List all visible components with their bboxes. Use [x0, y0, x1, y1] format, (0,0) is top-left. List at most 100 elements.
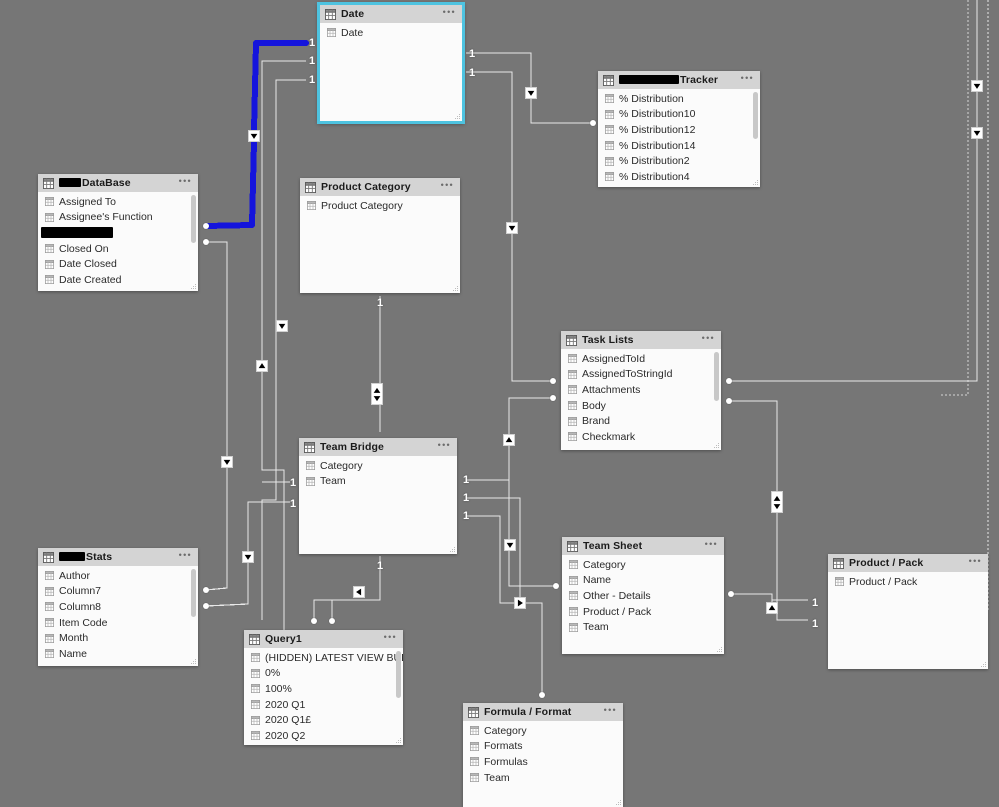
- relationship-many-endpoint[interactable]: [203, 603, 209, 609]
- filter-direction-down-icon[interactable]: [242, 551, 254, 563]
- relationship-many-endpoint[interactable]: [726, 398, 732, 404]
- field-row[interactable]: % Distribution14: [598, 138, 760, 154]
- filter-direction-up-icon[interactable]: [766, 602, 778, 614]
- table-header-database[interactable]: DataBase •••: [38, 174, 198, 192]
- filter-direction-down-icon[interactable]: [525, 87, 537, 99]
- filter-direction-down-icon[interactable]: [506, 222, 518, 234]
- field-row[interactable]: Assigned To: [38, 194, 198, 210]
- filter-direction-down-icon[interactable]: [248, 130, 260, 142]
- table-more-options-icon[interactable]: •••: [705, 539, 718, 553]
- field-row[interactable]: Column8: [38, 599, 198, 615]
- table-card-stats[interactable]: Stats ••• Author Column7 Column8 Item Code Mon…: [38, 548, 198, 666]
- table-more-options-icon[interactable]: •••: [604, 705, 617, 719]
- table-more-options-icon[interactable]: •••: [441, 180, 454, 194]
- field-row[interactable]: Date Closed: [38, 256, 198, 272]
- relationship-many-endpoint[interactable]: [550, 378, 556, 384]
- filter-direction-both-icon[interactable]: [371, 383, 383, 405]
- field-row[interactable]: 100%: [244, 681, 403, 697]
- table-header-query1[interactable]: Query1 •••: [244, 630, 403, 648]
- filter-direction-down-icon[interactable]: [504, 539, 516, 551]
- field-row[interactable]: Team: [299, 474, 457, 490]
- field-row[interactable]: Name: [562, 573, 724, 589]
- relationship-many-endpoint[interactable]: [539, 692, 545, 698]
- table-more-options-icon[interactable]: •••: [438, 440, 451, 454]
- field-row[interactable]: Column7: [38, 584, 198, 600]
- field-row[interactable]: (HIDDEN) LATEST VIEW BUD...: [244, 650, 403, 666]
- field-row[interactable]: Brand: [561, 413, 721, 429]
- field-row[interactable]: % Distribution2: [598, 153, 760, 169]
- resize-handle[interactable]: [394, 736, 401, 743]
- field-row[interactable]: 2020 Q2: [244, 728, 403, 744]
- table-more-options-icon[interactable]: •••: [384, 632, 397, 646]
- field-row[interactable]: % Distribution: [598, 91, 760, 107]
- table-more-options-icon[interactable]: •••: [702, 333, 715, 347]
- table-header-team-bridge[interactable]: Team Bridge •••: [299, 438, 457, 456]
- field-row[interactable]: Date Created: [38, 272, 198, 288]
- resize-handle[interactable]: [614, 798, 621, 805]
- field-row[interactable]: Body: [561, 398, 721, 414]
- field-row[interactable]: Product Category: [300, 198, 460, 214]
- filter-direction-up-icon[interactable]: [503, 434, 515, 446]
- field-row[interactable]: Product / Pack: [562, 604, 724, 620]
- table-more-options-icon[interactable]: •••: [179, 550, 192, 564]
- resize-handle[interactable]: [453, 112, 460, 119]
- table-card-tracker[interactable]: Tracker ••• % Distribution % Distribution10…: [598, 71, 760, 187]
- field-row[interactable]: Name: [38, 646, 198, 662]
- field-row[interactable]: Assignee's Function: [38, 210, 198, 226]
- field-row[interactable]: % Distribution12: [598, 122, 760, 138]
- field-row[interactable]: Other - Details: [562, 588, 724, 604]
- field-row[interactable]: Category: [562, 557, 724, 573]
- table-card-formula-format[interactable]: Formula / Format ••• Category Formats Formul…: [463, 703, 623, 807]
- field-list-scrollbar[interactable]: [191, 569, 196, 618]
- field-row[interactable]: Formats: [463, 739, 623, 755]
- filter-direction-down-icon[interactable]: [971, 127, 983, 139]
- field-row[interactable]: 2020 Q1: [244, 697, 403, 713]
- field-row[interactable]: AssignedToId: [561, 351, 721, 367]
- table-card-database[interactable]: DataBase ••• Assigned To Assignee's Functio…: [38, 174, 198, 291]
- field-list-scrollbar[interactable]: [714, 352, 719, 401]
- resize-handle[interactable]: [189, 657, 196, 664]
- table-card-query1[interactable]: Query1 ••• (HIDDEN) LATEST VIEW BUD... 0% 10…: [244, 630, 403, 745]
- table-header-tracker[interactable]: Tracker •••: [598, 71, 760, 89]
- field-row[interactable]: AssignedToStringId: [561, 367, 721, 383]
- field-row-redacted[interactable]: [38, 225, 198, 241]
- resize-handle[interactable]: [712, 441, 719, 448]
- relationship-many-endpoint[interactable]: [550, 395, 556, 401]
- resize-handle[interactable]: [715, 645, 722, 652]
- resize-handle[interactable]: [979, 660, 986, 667]
- field-row[interactable]: Category: [463, 723, 623, 739]
- relationship-many-endpoint[interactable]: [203, 239, 209, 245]
- model-view-canvas[interactable]: Date ••• Date Tracker •••% Distribution% Dis…: [0, 0, 999, 807]
- relationship-many-endpoint[interactable]: [329, 618, 335, 624]
- filter-direction-down-icon[interactable]: [221, 456, 233, 468]
- filter-direction-down-icon[interactable]: [276, 320, 288, 332]
- filter-direction-up-icon[interactable]: [256, 360, 268, 372]
- table-header-date[interactable]: Date •••: [320, 5, 462, 23]
- table-more-options-icon[interactable]: •••: [741, 73, 754, 87]
- table-header-formula-format[interactable]: Formula / Format •••: [463, 703, 623, 721]
- relationship-many-endpoint[interactable]: [311, 618, 317, 624]
- field-row[interactable]: Checkmark: [561, 429, 721, 445]
- field-row[interactable]: Category: [299, 458, 457, 474]
- table-card-task-lists[interactable]: Task Lists ••• AssignedToId AssignedToStrin…: [561, 331, 721, 450]
- field-row[interactable]: Author: [38, 568, 198, 584]
- table-header-stats[interactable]: Stats •••: [38, 548, 198, 566]
- resize-handle[interactable]: [751, 178, 758, 185]
- filter-direction-down-icon[interactable]: [971, 80, 983, 92]
- filter-direction-left-icon[interactable]: [353, 586, 365, 598]
- table-more-options-icon[interactable]: •••: [443, 7, 456, 21]
- table-header-product-category[interactable]: Product Category •••: [300, 178, 460, 196]
- resize-handle[interactable]: [448, 545, 455, 552]
- relationship-many-endpoint[interactable]: [203, 587, 209, 593]
- field-row[interactable]: Product / Pack: [828, 574, 988, 590]
- field-list-scrollbar[interactable]: [396, 651, 401, 698]
- table-card-team-sheet[interactable]: Team Sheet ••• Category Name Other - Details…: [562, 537, 724, 654]
- field-list-scrollbar[interactable]: [753, 92, 758, 140]
- table-card-product-pack[interactable]: Product / Pack ••• Product / Pack: [828, 554, 988, 669]
- field-row[interactable]: Team: [463, 770, 623, 786]
- field-row[interactable]: Item Code: [38, 615, 198, 631]
- field-row[interactable]: Attachments: [561, 382, 721, 398]
- relationship-many-endpoint[interactable]: [203, 223, 209, 229]
- relationship-many-endpoint[interactable]: [590, 120, 596, 126]
- relationship-many-endpoint[interactable]: [553, 583, 559, 589]
